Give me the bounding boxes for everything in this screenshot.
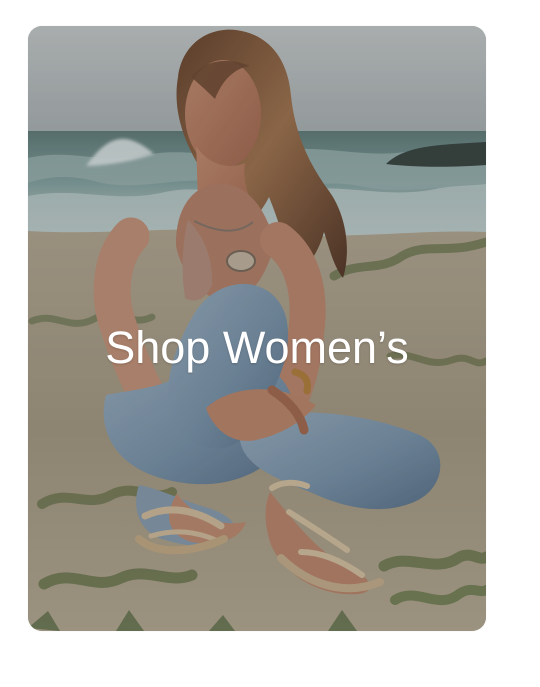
page: Shop Women’s (0, 0, 540, 687)
shop-womens-card[interactable]: Shop Women’s (28, 26, 486, 631)
shop-womens-title: Shop Women’s (105, 322, 409, 373)
